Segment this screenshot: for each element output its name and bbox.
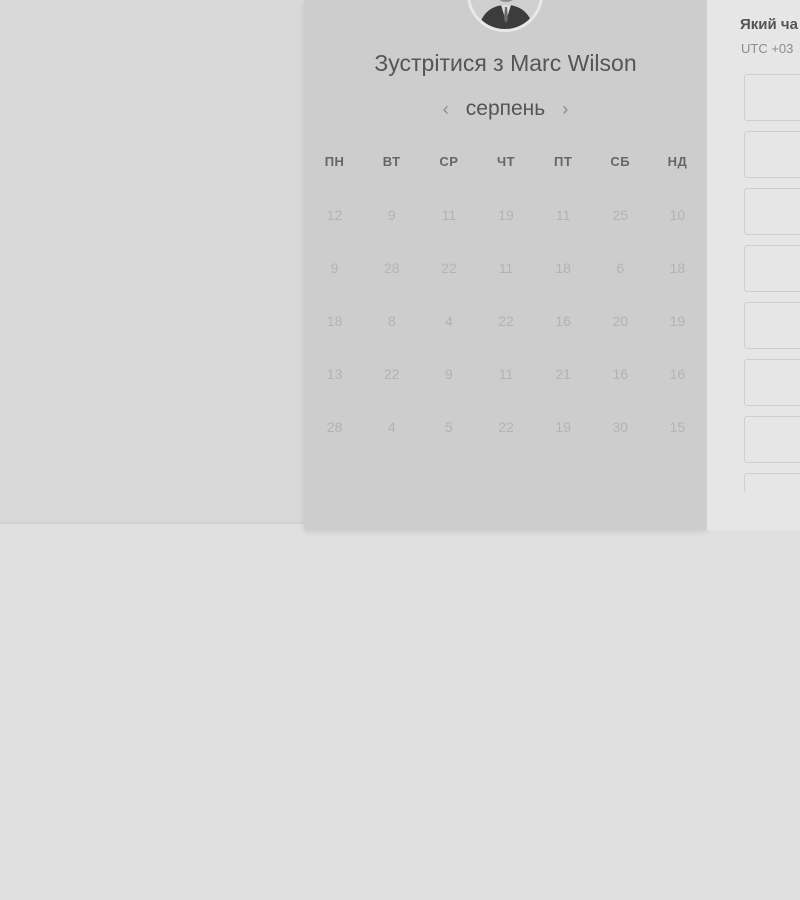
calendar-day: 22 <box>441 260 457 276</box>
weekday-label: СБ <box>610 154 631 169</box>
calendar-day: 16 <box>612 366 629 382</box>
calendar-day: 19 <box>498 207 514 223</box>
calendar-day: 9 <box>387 207 396 223</box>
weekday-label: ВТ <box>382 154 401 169</box>
calendar-week-row: 18 8 4 22 16 20 19 <box>306 313 706 329</box>
calendar-day: 9 <box>330 260 339 276</box>
calendar-day: 22 <box>383 366 400 382</box>
calendar-day: 11 <box>555 207 571 223</box>
time-question-heading: Який ча <box>740 16 798 33</box>
calendar-day: 22 <box>498 313 514 329</box>
chevron-right-icon[interactable]: › <box>553 94 577 124</box>
calendar-day: 8 <box>387 313 396 329</box>
calendar-day: 20 <box>612 313 629 329</box>
calendar-day: 18 <box>326 313 343 329</box>
left-panel <box>0 0 304 524</box>
calendar-day: 18 <box>669 260 686 276</box>
month-label: серпень <box>465 97 546 120</box>
time-slot-button[interactable] <box>744 416 800 463</box>
page-title: Зустрітися з Marc Wilson <box>374 50 637 76</box>
weekday-label: ЧТ <box>496 154 516 169</box>
time-slot-button[interactable] <box>744 188 800 235</box>
calendar-day: 30 <box>612 419 629 435</box>
time-slot-button[interactable] <box>744 302 800 349</box>
calendar-day: 6 <box>616 260 625 276</box>
calendar-day: 21 <box>555 366 571 382</box>
calendar-day: 11 <box>498 366 514 382</box>
calendar-week-row: 13 22 9 11 21 16 16 <box>306 366 706 382</box>
calendar-day: 9 <box>444 366 453 382</box>
time-slot-button[interactable] <box>744 74 800 121</box>
time-slot-button[interactable] <box>744 359 800 406</box>
calendar-day: 4 <box>387 419 396 435</box>
calendar-day: 11 <box>498 260 514 276</box>
weekday-header: ПН ВТ СР ЧТ ПТ СБ НД <box>306 154 706 169</box>
time-slot-button[interactable] <box>744 131 800 178</box>
weekday-label: ПН <box>324 154 345 169</box>
calendar-day: 19 <box>555 419 571 435</box>
calendar-day: 28 <box>383 260 400 276</box>
calendar-day: 5 <box>444 419 453 435</box>
weekday-label: ПТ <box>553 154 573 169</box>
calendar-week-row: 9 28 22 11 18 6 18 <box>306 260 706 276</box>
calendar-day: 4 <box>444 313 453 329</box>
calendar-day: 16 <box>669 366 686 382</box>
weekday-label: СР <box>439 154 459 169</box>
avatar <box>467 0 543 32</box>
calendar-day: 11 <box>441 207 457 223</box>
time-slot-button[interactable] <box>744 473 800 493</box>
calendar-day: 25 <box>612 207 629 223</box>
month-navigation: ‹ серпень › <box>304 94 707 124</box>
time-slot-button[interactable] <box>744 245 800 292</box>
calendar-day: 16 <box>555 313 571 329</box>
calendar-day: 19 <box>669 313 686 329</box>
time-selection-panel: Який ча UTC +03 <box>707 0 800 530</box>
calendar-week-row: 12 9 11 19 11 25 10 <box>306 207 706 223</box>
calendar-day: 22 <box>498 419 514 435</box>
calendar-day: 12 <box>326 207 343 223</box>
weekday-label: НД <box>667 154 688 169</box>
calendar-panel: Зустрітися з Marc Wilson ‹ серпень › ПН … <box>304 0 707 530</box>
person-icon <box>470 0 540 29</box>
timezone-label: UTC +03 <box>741 41 794 56</box>
calendar-day: 10 <box>669 207 686 223</box>
calendar-day: 28 <box>326 419 343 435</box>
calendar-week-row: 28 4 5 22 19 30 15 <box>306 419 706 435</box>
calendar-day: 18 <box>555 260 571 276</box>
calendar-day: 13 <box>326 366 343 382</box>
chevron-left-icon[interactable]: ‹ <box>434 94 458 124</box>
calendar-day: 15 <box>669 419 686 435</box>
